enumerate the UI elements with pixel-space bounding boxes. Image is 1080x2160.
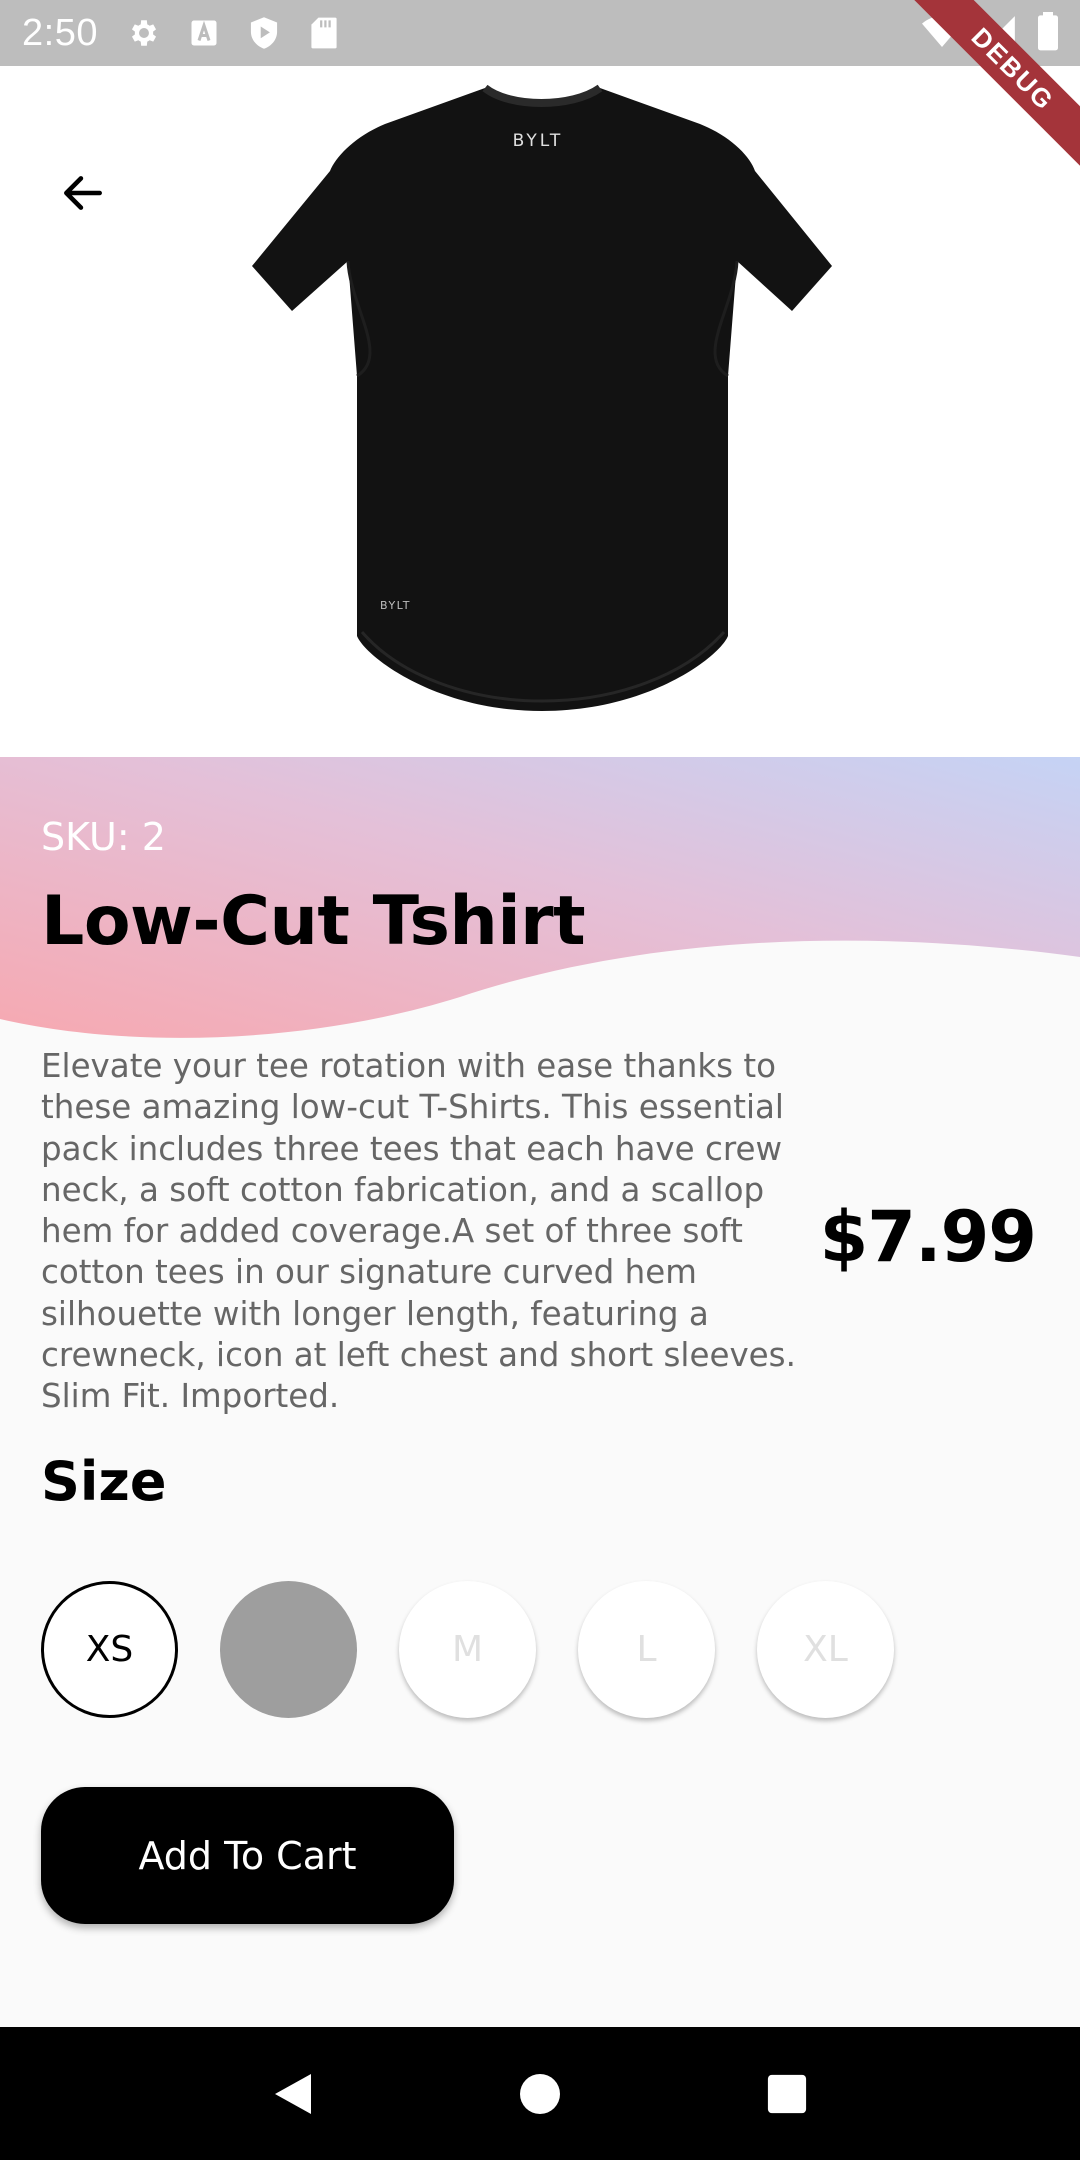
back-triangle-icon — [275, 2073, 312, 2114]
size-option-l[interactable]: L — [578, 1581, 715, 1718]
size-option-m[interactable]: M — [399, 1581, 536, 1718]
brand-neck-label: BYLT — [513, 131, 564, 151]
nav-recents-button[interactable] — [747, 2054, 827, 2134]
sd-card-icon — [306, 15, 342, 51]
size-heading: Size — [41, 1450, 167, 1513]
product-image-area: BYLT BYLT — [0, 66, 1080, 757]
size-selector: XS M L XL — [41, 1581, 894, 1718]
brand-hem-label: BYLT — [380, 599, 411, 612]
status-bar: 2:50 — [0, 0, 1080, 66]
sku-label: SKU: 2 — [41, 815, 166, 859]
add-to-cart-button[interactable]: Add To Cart — [41, 1787, 454, 1924]
text-a-icon — [186, 15, 222, 51]
size-option-xl[interactable]: XL — [757, 1581, 894, 1718]
product-detail-screen: 2:50 DEBUG BYLT BYLT SKU: 2 Low-Cut Tshi… — [0, 0, 1080, 2160]
settings-icon — [126, 15, 162, 51]
size-option-s[interactable] — [220, 1581, 357, 1718]
system-nav-bar — [0, 2027, 1080, 2160]
size-option-xs[interactable]: XS — [41, 1581, 178, 1718]
arrow-left-icon — [64, 176, 102, 210]
home-circle-icon — [519, 2073, 560, 2114]
back-button[interactable] — [46, 156, 120, 230]
product-description: Elevate your tee rotation with ease than… — [41, 1047, 796, 1416]
play-protect-icon — [246, 15, 282, 51]
battery-icon — [1036, 12, 1060, 57]
nav-home-button[interactable] — [500, 2054, 580, 2134]
status-time: 2:50 — [22, 11, 98, 54]
nav-back-button[interactable] — [253, 2054, 333, 2134]
product-price: $7.99 — [819, 1196, 1037, 1278]
recents-square-icon — [767, 2074, 806, 2113]
product-title: Low-Cut Tshirt — [41, 882, 586, 961]
product-image: BYLT BYLT — [252, 84, 832, 711]
